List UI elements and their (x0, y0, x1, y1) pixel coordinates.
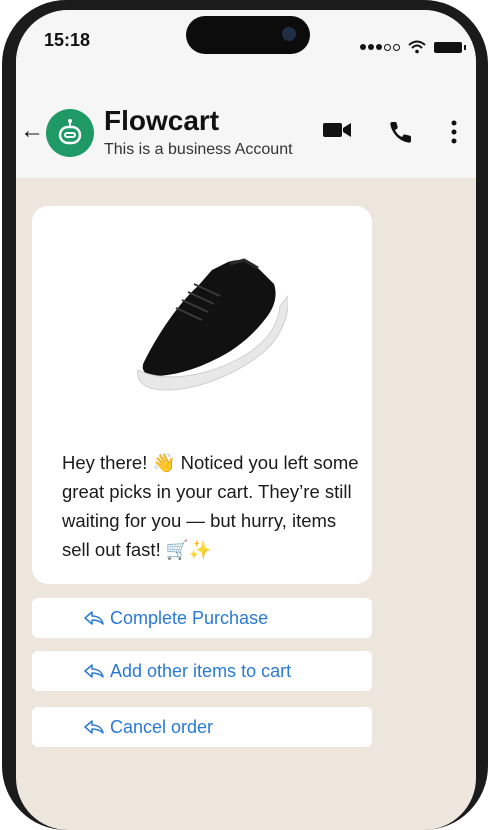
phone-frame: 15:18 ← Flowcart This is a business Acco… (2, 0, 488, 830)
message-bubble: Hey there! 👋 Noticed you left some great… (32, 206, 372, 584)
reply-icon (84, 664, 104, 678)
quick-reply-label: Cancel order (110, 716, 214, 737)
phone-screen: 15:18 ← Flowcart This is a business Acco… (16, 10, 476, 830)
battery-icon (434, 41, 466, 53)
back-arrow-icon[interactable]: ← (20, 119, 44, 143)
chat-subtitle: This is a business Account (104, 141, 293, 158)
chat-title: Flowcart (104, 105, 220, 136)
reply-icon (84, 720, 104, 734)
phone-call-icon[interactable] (388, 119, 414, 145)
business-avatar[interactable] (46, 109, 94, 157)
sneaker-product-image[interactable] (118, 234, 288, 404)
quick-reply-label: Complete Purchase (110, 607, 269, 628)
status-time: 15:18 (44, 30, 91, 50)
video-call-icon[interactable] (322, 119, 352, 141)
reply-icon (84, 611, 104, 625)
chat-header: ← Flowcart This is a business Account (16, 105, 476, 165)
front-camera (282, 27, 296, 41)
cancel-order-button[interactable]: Cancel order (32, 707, 372, 747)
quick-reply-label: Add other items to cart (110, 660, 292, 681)
robot-logo-icon (58, 119, 82, 145)
complete-purchase-button[interactable]: Complete Purchase (32, 598, 372, 638)
add-other-items-button[interactable]: Add other items to cart (32, 651, 372, 691)
wifi-icon (408, 40, 426, 54)
message-text: Hey there! 👋 Noticed you left some great… (62, 452, 359, 560)
signal-icon (360, 43, 400, 51)
more-options-icon[interactable] (450, 119, 458, 145)
dynamic-island (186, 16, 310, 54)
status-icons (360, 40, 466, 54)
